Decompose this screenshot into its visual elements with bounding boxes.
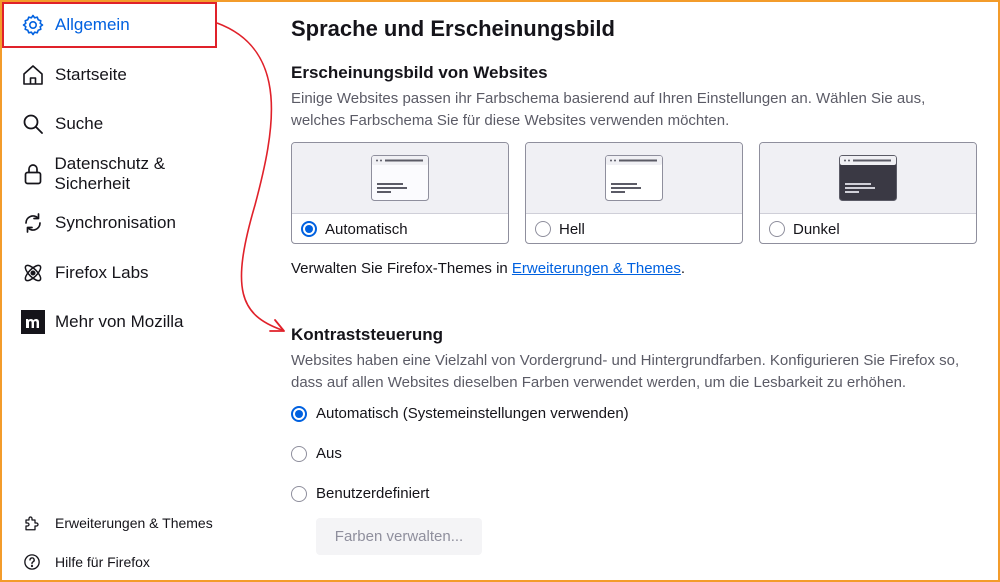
home-icon: [20, 62, 46, 88]
sidebar-item-label: Suche: [55, 114, 104, 133]
appearance-option: Automatisch: [292, 214, 508, 243]
radio-dunkel[interactable]: [769, 221, 785, 237]
preview-hell: [526, 143, 742, 214]
sidebar-item-label: Allgemein: [55, 15, 130, 34]
help-icon: [22, 552, 42, 572]
sidebar-item-label: Synchronisation: [55, 213, 176, 232]
appearance-option: Dunkel: [760, 214, 976, 243]
contrast-option-benutzerdefiniert[interactable]: Benutzerdefiniert: [291, 485, 429, 502]
sidebar-item-label: Firefox Labs: [55, 263, 149, 282]
contrast-option-aus[interactable]: Aus: [291, 445, 342, 462]
option-label: Automatisch (Systemeinstellungen verwend…: [316, 405, 629, 422]
radio-contrast-automatisch[interactable]: [291, 405, 307, 422]
atom-icon: [20, 260, 46, 286]
gear-icon: [20, 12, 46, 38]
option-label: Benutzerdefiniert: [316, 485, 430, 502]
sidebar-item-firefox-labs[interactable]: Firefox Labs: [2, 250, 242, 296]
contrast-heading: Kontraststeuerung: [291, 325, 444, 344]
preview-dunkel: [760, 143, 976, 214]
sidebar-item-suche[interactable]: Suche: [2, 101, 242, 147]
manage-themes-line: Verwalten Sie Firefox-Themes in Erweiter…: [291, 260, 685, 277]
sidebar-footer-help[interactable]: Hilfe für Firefox: [2, 549, 150, 575]
sidebar-item-synchronisation[interactable]: Synchronisation: [2, 200, 242, 246]
contrast-description: Websites haben eine Vielzahl von Vorderg…: [291, 352, 960, 391]
sidebar: Allgemein Startseite Suche Datenschutz &…: [2, 2, 250, 578]
sidebar-item-label: Startseite: [55, 65, 127, 84]
radio-contrast-aus[interactable]: [291, 445, 307, 462]
mozilla-icon: [20, 309, 46, 335]
contrast-option-automatisch[interactable]: Automatisch (Systemeinstellungen verwend…: [291, 405, 629, 422]
page-title: Sprache und Erscheinungsbild: [291, 16, 615, 41]
option-label: Aus: [316, 445, 342, 462]
appearance-description: Einige Websites passen ihr Farbschema ba…: [291, 90, 926, 129]
preview-auto: [292, 143, 508, 214]
radio-hell[interactable]: [535, 221, 551, 237]
footer-item-label: Hilfe für Firefox: [55, 554, 150, 570]
sync-icon: [20, 210, 46, 236]
sidebar-item-datenschutz[interactable]: Datenschutz & Sicherheit: [2, 151, 242, 197]
radio-automatisch[interactable]: [301, 221, 317, 237]
sidebar-item-allgemein[interactable]: Allgemein: [2, 2, 242, 48]
sidebar-item-startseite[interactable]: Startseite: [2, 52, 242, 98]
manage-themes-suffix: .: [680, 260, 686, 277]
manage-themes-prefix: Verwalten Sie Firefox-Themes in: [291, 260, 512, 277]
appearance-option: Hell: [526, 214, 742, 243]
manage-colors-button: Farben verwalten...: [316, 518, 482, 555]
sidebar-item-label: Datenschutz & Sicherheit: [54, 154, 166, 193]
lock-icon: [20, 161, 46, 187]
sidebar-item-mehr-von-mozilla[interactable]: Mehr von Mozilla: [2, 299, 242, 345]
option-label: Dunkel: [793, 220, 840, 238]
appearance-heading: Erscheinungsbild von Websites: [291, 63, 548, 82]
option-label: Hell: [559, 220, 585, 238]
extensions-themes-link[interactable]: Erweiterungen & Themes: [512, 260, 681, 277]
appearance-card-automatisch[interactable]: Automatisch: [291, 142, 509, 244]
sidebar-footer-extensions[interactable]: Erweiterungen & Themes: [2, 510, 213, 536]
radio-contrast-benutzerdefiniert[interactable]: [291, 485, 307, 502]
appearance-card-dunkel[interactable]: Dunkel: [759, 142, 977, 244]
search-icon: [20, 111, 46, 137]
footer-item-label: Erweiterungen & Themes: [55, 515, 213, 531]
appearance-card-hell[interactable]: Hell: [525, 142, 743, 244]
puzzle-icon: [22, 513, 42, 533]
sidebar-item-label: Mehr von Mozilla: [55, 312, 184, 331]
option-label: Automatisch: [325, 220, 408, 238]
